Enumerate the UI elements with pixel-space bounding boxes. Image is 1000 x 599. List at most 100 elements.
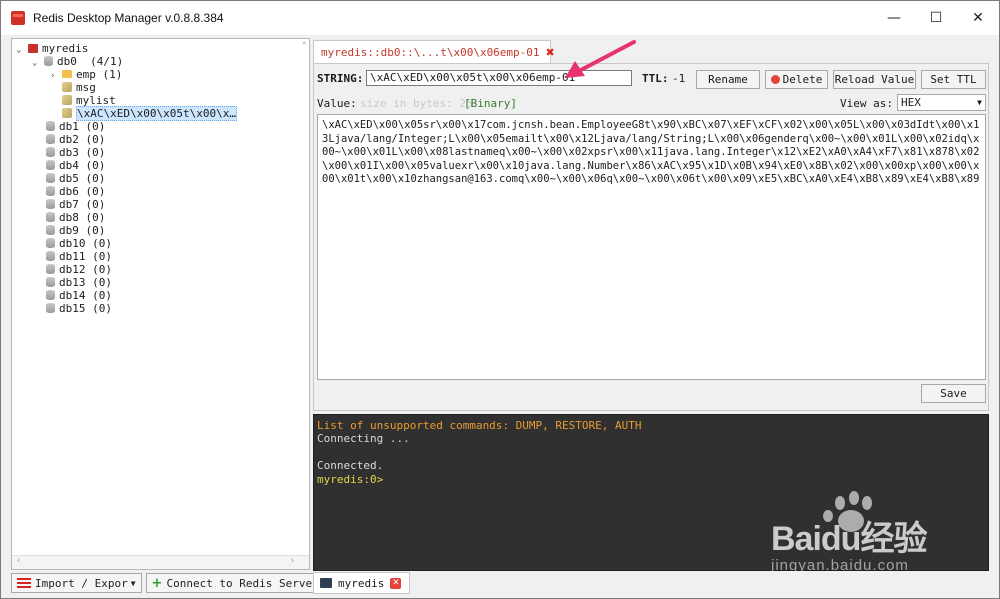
db-label: db6 [59,185,79,198]
db-label: db1 [59,120,79,133]
key-type-label: STRING: [317,72,364,85]
db-count: (0) [85,120,106,133]
dropdown-arrow-icon: ▼ [130,578,136,588]
tree-db10[interactable]: db10 (0) [46,237,112,250]
server-icon [28,44,38,53]
console-line: Connected. [317,459,384,473]
db-count: (0) [92,289,112,302]
folder-icon [62,70,72,78]
namespace-label: emp [76,68,96,81]
ttl-label: TTL: [642,72,669,85]
server-label: myredis [42,42,89,55]
tree-db14[interactable]: db14 (0) [46,289,112,302]
import-export-button[interactable]: Import / Expor ▼ [11,573,142,593]
expand-chevron-icon[interactable]: ⌄ [32,57,44,70]
db-count: (0) [85,159,106,172]
tree-db2[interactable]: db2 (0) [46,133,105,146]
delete-button[interactable]: Delete [765,70,828,89]
database-icon [46,186,55,196]
binary-badge: [Binary] [464,97,517,110]
collapse-chevron-icon[interactable]: › [50,70,62,83]
horizontal-scrollbar[interactable]: ‹ › [12,555,309,569]
db-count: (0) [85,185,106,198]
tree-db15[interactable]: db15 (0) [46,302,112,315]
tree-db1[interactable]: db1 (0) [46,120,105,133]
scroll-right-icon[interactable]: › [290,556,295,566]
terminal-icon [320,578,332,588]
console-prompt[interactable]: myredis:0> [317,473,985,486]
database-icon [46,264,55,274]
rename-button[interactable]: Rename [696,70,760,89]
db-count: (0) [92,237,112,250]
size-hint: size in bytes: 25 [360,97,473,110]
db-label: db3 [59,146,79,159]
bottom-toolbar: Import / Expor ▼ + Connect to Redis Serv… [11,573,325,594]
save-button[interactable]: Save [921,384,986,403]
minimize-button[interactable]: — [873,1,915,35]
db-count: (0) [92,263,112,276]
window-title: Redis Desktop Manager v.0.8.8.384 [33,11,224,25]
reload-value-button[interactable]: Reload Value [833,70,916,89]
redis-logo-icon [11,11,25,25]
db-label: db5 [59,172,79,185]
import-export-label: Import / Expor [35,576,128,590]
db-label: db15 [59,302,86,315]
db-label: db8 [59,211,79,224]
watermark-url: jingyan.baidu.com [771,557,909,574]
db-count: (0) [85,211,106,224]
scroll-up-icon[interactable]: ⌃ [302,41,307,51]
tree-namespace-emp[interactable]: › emp (1) [50,68,122,81]
database-icon [46,277,55,287]
tree-db13[interactable]: db13 (0) [46,276,112,289]
view-as-select[interactable]: HEX ▼ [897,94,986,111]
watermark-brand: Baidu经验 [771,520,927,558]
expand-chevron-icon[interactable]: ⌄ [16,44,28,57]
annotation-arrow [565,40,636,78]
ttl-value: -1 [672,72,686,85]
db-label: db14 [59,289,86,302]
scroll-left-icon[interactable]: ‹ [16,556,21,566]
connect-label: Connect to Redis Server [166,576,319,590]
tree-key-selected[interactable]: \xAC\xED\x00\x05t\x00\x… [62,106,237,121]
connection-tree[interactable]: ⌄ myredis ⌄ db0 (4/1) › emp (1) msg mylist … [11,38,310,570]
database-icon [46,212,55,222]
plus-icon: + [151,575,163,591]
console-tab-label: myredis [338,576,385,590]
tree-db3[interactable]: db3 (0) [46,146,105,159]
tree-db12[interactable]: db12 (0) [46,263,112,276]
tree-db6[interactable]: db6 (0) [46,185,105,198]
db-label: db9 [59,224,79,237]
db-label: db13 [59,276,86,289]
arrow-shaft [577,40,636,73]
tree-key-msg[interactable]: msg [62,81,96,94]
delete-label: Delete [782,73,823,86]
close-tab-icon[interactable]: ✖ [546,46,555,59]
db-label: db11 [59,250,86,263]
tree-db4[interactable]: db4 (0) [46,159,105,172]
namespace-count: (1) [102,68,123,81]
maximize-button[interactable]: ☐ [915,1,957,35]
connect-server-button[interactable]: + Connect to Redis Server [145,573,325,593]
tree-db0[interactable]: ⌄ db0 (4/1) [32,55,123,68]
value-label: Value: [317,97,357,110]
tree-db7[interactable]: db7 (0) [46,198,105,211]
tab-console-myredis[interactable]: myredis ✕ [313,572,410,594]
db-count: (0) [85,133,106,146]
tree-db5[interactable]: db5 (0) [46,172,105,185]
database-icon [46,134,55,144]
set-ttl-button[interactable]: Set TTL [921,70,986,89]
tree-server-myredis[interactable]: ⌄ myredis [16,42,88,55]
tree-db11[interactable]: db11 (0) [46,250,112,263]
tab-key-editor[interactable]: myredis::db0::\...t\x00\x06emp-01 ✖ [313,40,555,63]
menu-icon [17,578,31,588]
db-label: db2 [59,133,79,146]
database-icon [46,173,55,183]
console-line: Connecting ... [317,432,410,446]
tree-db8[interactable]: db8 (0) [46,211,105,224]
database-icon [46,121,55,131]
value-textarea[interactable]: \xAC\xED\x00\x05sr\x00\x17com.jcnsh.bean… [317,114,986,380]
tree-db9[interactable]: db9 (0) [46,224,105,237]
view-as-label: View as: [840,97,893,110]
close-console-icon[interactable]: ✕ [390,577,402,589]
close-window-button[interactable]: ✕ [957,1,999,35]
